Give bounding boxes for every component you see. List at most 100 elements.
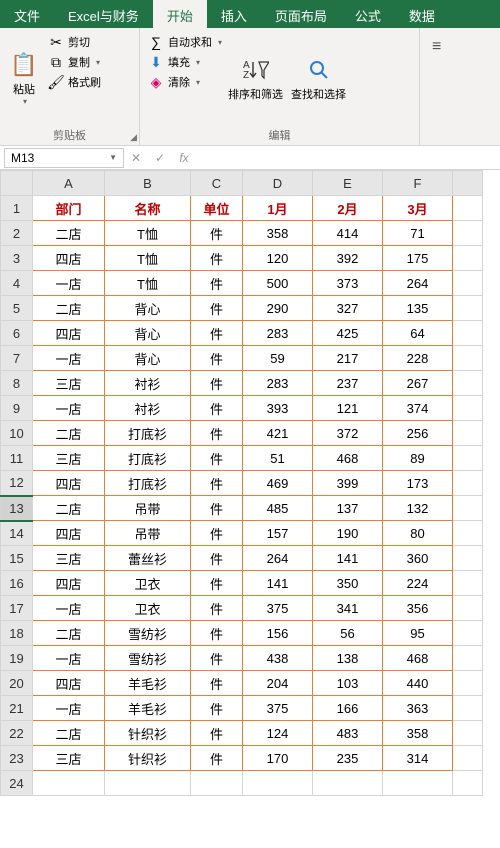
empty-cell[interactable] <box>453 771 483 796</box>
data-cell[interactable]: 468 <box>313 446 383 471</box>
data-cell[interactable]: 375 <box>243 696 313 721</box>
data-cell[interactable]: 四店 <box>33 471 105 496</box>
data-cell[interactable]: 件 <box>191 721 243 746</box>
data-cell[interactable]: 针织衫 <box>105 721 191 746</box>
paste-button[interactable]: 📋 粘贴 ▾ <box>6 32 42 125</box>
data-cell[interactable]: 三店 <box>33 546 105 571</box>
data-cell[interactable]: 80 <box>383 521 453 546</box>
empty-cell[interactable] <box>453 421 483 446</box>
data-cell[interactable]: 356 <box>383 596 453 621</box>
data-cell[interactable]: 124 <box>243 721 313 746</box>
data-cell[interactable]: 衬衫 <box>105 371 191 396</box>
data-cell[interactable]: 358 <box>383 721 453 746</box>
data-cell[interactable]: 51 <box>243 446 313 471</box>
row-header[interactable]: 4 <box>1 271 33 296</box>
data-cell[interactable] <box>243 771 313 796</box>
data-cell[interactable]: 件 <box>191 371 243 396</box>
data-cell[interactable]: T恤 <box>105 271 191 296</box>
data-cell[interactable]: 件 <box>191 321 243 346</box>
data-cell[interactable]: 256 <box>383 421 453 446</box>
fill-button[interactable]: ⬇填充▾ <box>148 54 222 70</box>
empty-cell[interactable] <box>453 496 483 521</box>
data-cell[interactable]: 363 <box>383 696 453 721</box>
empty-cell[interactable] <box>453 246 483 271</box>
name-box[interactable]: M13 ▼ <box>4 148 124 168</box>
data-cell[interactable]: 雪纺衫 <box>105 621 191 646</box>
data-cell[interactable]: 440 <box>383 671 453 696</box>
row-header[interactable]: 24 <box>1 771 33 796</box>
empty-cell[interactable] <box>453 696 483 721</box>
data-cell[interactable]: 56 <box>313 621 383 646</box>
header-cell[interactable]: 部门 <box>33 196 105 221</box>
row-header[interactable]: 8 <box>1 371 33 396</box>
data-cell[interactable]: 衬衫 <box>105 396 191 421</box>
column-header[interactable]: D <box>243 171 313 196</box>
row-header[interactable]: 22 <box>1 721 33 746</box>
header-cell[interactable]: 名称 <box>105 196 191 221</box>
data-cell[interactable]: 四店 <box>33 671 105 696</box>
column-header[interactable]: E <box>313 171 383 196</box>
data-cell[interactable]: 173 <box>383 471 453 496</box>
row-header[interactable]: 3 <box>1 246 33 271</box>
data-cell[interactable] <box>191 771 243 796</box>
empty-cell[interactable] <box>453 571 483 596</box>
data-cell[interactable]: 二店 <box>33 421 105 446</box>
row-header[interactable]: 15 <box>1 546 33 571</box>
data-cell[interactable]: 三店 <box>33 371 105 396</box>
data-cell[interactable]: 羊毛衫 <box>105 696 191 721</box>
data-cell[interactable]: 95 <box>383 621 453 646</box>
menu-item-5[interactable]: 公式 <box>341 0 395 28</box>
row-header[interactable]: 23 <box>1 746 33 771</box>
data-cell[interactable]: 一店 <box>33 346 105 371</box>
column-header[interactable]: F <box>383 171 453 196</box>
data-cell[interactable]: 针织衫 <box>105 746 191 771</box>
fx-button[interactable]: fx <box>172 151 196 165</box>
data-cell[interactable]: 件 <box>191 221 243 246</box>
data-cell[interactable]: 四店 <box>33 321 105 346</box>
data-cell[interactable]: 二店 <box>33 721 105 746</box>
row-header[interactable]: 18 <box>1 621 33 646</box>
data-cell[interactable]: 吊带 <box>105 496 191 521</box>
data-cell[interactable]: 背心 <box>105 346 191 371</box>
data-cell[interactable]: 件 <box>191 671 243 696</box>
row-header[interactable]: 6 <box>1 321 33 346</box>
data-cell[interactable]: 157 <box>243 521 313 546</box>
empty-cell[interactable] <box>453 446 483 471</box>
data-cell[interactable]: 四店 <box>33 571 105 596</box>
menu-item-1[interactable]: Excel与财务 <box>54 0 153 28</box>
data-cell[interactable] <box>33 771 105 796</box>
header-cell[interactable]: 3月 <box>383 196 453 221</box>
empty-cell[interactable] <box>453 271 483 296</box>
data-cell[interactable]: 二店 <box>33 496 105 521</box>
data-cell[interactable]: 背心 <box>105 321 191 346</box>
data-cell[interactable]: 374 <box>383 396 453 421</box>
menu-item-6[interactable]: 数据 <box>395 0 449 28</box>
data-cell[interactable]: 190 <box>313 521 383 546</box>
data-cell[interactable]: 237 <box>313 371 383 396</box>
data-cell[interactable]: 141 <box>313 546 383 571</box>
data-cell[interactable]: 393 <box>243 396 313 421</box>
data-cell[interactable]: 件 <box>191 546 243 571</box>
data-cell[interactable]: 三店 <box>33 746 105 771</box>
data-cell[interactable]: 卫衣 <box>105 571 191 596</box>
menu-item-3[interactable]: 插入 <box>207 0 261 28</box>
data-cell[interactable]: 421 <box>243 421 313 446</box>
data-cell[interactable]: 235 <box>313 746 383 771</box>
data-cell[interactable]: 件 <box>191 696 243 721</box>
column-header[interactable] <box>453 171 483 196</box>
data-cell[interactable]: 267 <box>383 371 453 396</box>
empty-cell[interactable] <box>453 296 483 321</box>
data-cell[interactable]: 138 <box>313 646 383 671</box>
data-cell[interactable]: 228 <box>383 346 453 371</box>
data-cell[interactable]: 468 <box>383 646 453 671</box>
select-all-corner[interactable] <box>1 171 33 196</box>
header-cell[interactable]: 1月 <box>243 196 313 221</box>
data-cell[interactable]: 件 <box>191 296 243 321</box>
data-cell[interactable]: 蕾丝衫 <box>105 546 191 571</box>
data-cell[interactable]: 283 <box>243 371 313 396</box>
data-cell[interactable]: 件 <box>191 596 243 621</box>
sort-filter-button[interactable]: AZ 排序和筛选 <box>224 32 287 125</box>
data-cell[interactable]: 打底衫 <box>105 446 191 471</box>
data-cell[interactable]: T恤 <box>105 246 191 271</box>
empty-cell[interactable] <box>453 396 483 421</box>
